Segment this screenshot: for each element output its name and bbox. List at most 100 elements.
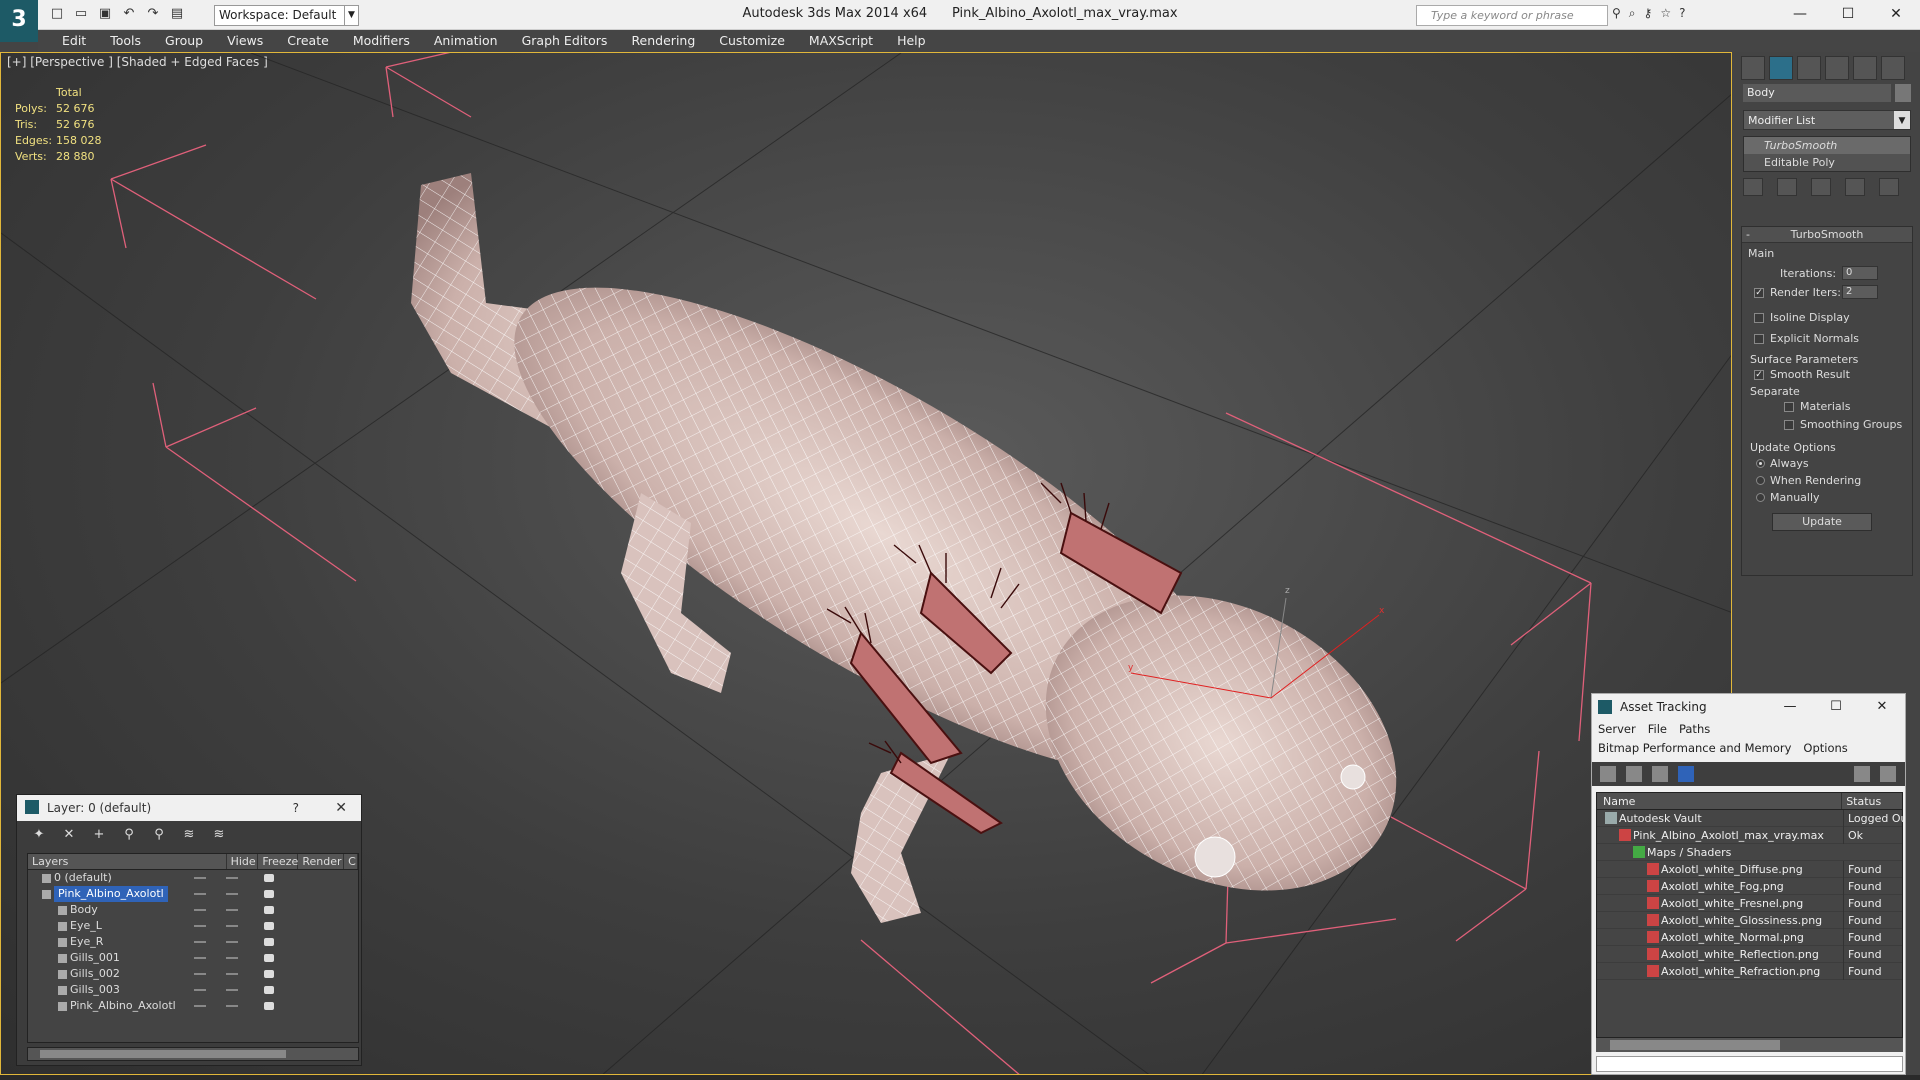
rollout-header[interactable]: - TurboSmooth (1742, 227, 1912, 243)
render-teapot-icon[interactable] (264, 970, 274, 978)
hide-toggle[interactable] (194, 957, 206, 959)
menu-item-help[interactable]: Help (885, 30, 938, 52)
layer-name[interactable]: Pink_Albino_Axolotl (70, 998, 176, 1014)
layer-name[interactable]: Gills_003 (70, 982, 120, 998)
asset-menu-options[interactable]: Options (1803, 741, 1847, 755)
create-layer-icon[interactable]: ✦ (31, 827, 47, 843)
freeze-toggle[interactable] (226, 925, 238, 927)
asset-menu-bitmap-performance-and-memory[interactable]: Bitmap Performance and Memory (1598, 741, 1791, 755)
horizontal-scrollbar[interactable] (27, 1047, 359, 1061)
col-extra[interactable]: C (344, 854, 358, 869)
render-teapot-icon[interactable] (264, 954, 274, 962)
asset-menu-file[interactable]: File (1648, 722, 1667, 736)
materials-checkbox[interactable] (1784, 402, 1794, 412)
col-layers[interactable]: Layers (28, 854, 227, 869)
minimize-icon[interactable]: — (1767, 694, 1813, 720)
close-icon[interactable]: ✕ (1872, 0, 1920, 28)
col-status[interactable]: Status (1842, 793, 1902, 809)
layer-window-titlebar[interactable]: Layer: 0 (default) ? ✕ (17, 795, 361, 821)
delete-layer-icon[interactable]: ✕ (61, 827, 77, 843)
key-icon[interactable]: ⚷ (1644, 6, 1653, 21)
smooth-result-checkbox[interactable]: ✓ (1754, 370, 1764, 380)
hide-toggle[interactable] (194, 973, 206, 975)
asset-row[interactable]: Maps / Shaders (1597, 844, 1902, 861)
explicit-normals-checkbox[interactable] (1754, 334, 1764, 344)
star-icon[interactable]: ☆ (1660, 6, 1671, 21)
help-icon[interactable]: ? (1679, 6, 1685, 21)
asset-row[interactable]: Axolotl_white_Glossiness.png Found (1597, 912, 1902, 929)
menu-item-group[interactable]: Group (153, 30, 215, 52)
motion-tab-icon[interactable] (1825, 56, 1849, 80)
layer-row[interactable]: Eye_L (28, 918, 358, 934)
asset-row[interactable]: Axolotl_white_Fresnel.png Found (1597, 895, 1902, 912)
stack-item-turbosmooth[interactable]: TurboSmooth (1744, 137, 1910, 154)
modifier-list-dropdown[interactable]: Modifier List ▼ (1743, 110, 1911, 130)
menu-item-edit[interactable]: Edit (50, 30, 98, 52)
smoothing-groups-checkbox[interactable] (1784, 420, 1794, 430)
configure-sets-icon[interactable] (1879, 178, 1899, 196)
layer-row[interactable]: 0 (default) (28, 870, 358, 886)
freeze-toggle[interactable] (226, 957, 238, 959)
layer-name[interactable]: Gills_002 (70, 966, 120, 982)
asset-row[interactable]: Axolotl_white_Diffuse.png Found (1597, 861, 1902, 878)
freeze-toggle[interactable] (226, 877, 238, 879)
manually-radio[interactable] (1756, 493, 1765, 502)
freeze-toggle[interactable] (226, 909, 238, 911)
make-unique-icon[interactable] (1811, 178, 1831, 196)
layer-row[interactable]: Pink_Albino_Axolotl (28, 886, 358, 902)
layer-row[interactable]: Gills_001 (28, 950, 358, 966)
select-objects-icon[interactable]: ⚲ (121, 827, 137, 843)
render-teapot-icon[interactable] (264, 986, 274, 994)
layer-row[interactable]: Gills_002 (28, 966, 358, 982)
layer-row[interactable]: Body (28, 902, 358, 918)
asset-menu-server[interactable]: Server (1598, 722, 1636, 736)
menu-item-modifiers[interactable]: Modifiers (341, 30, 422, 52)
layer-name[interactable]: Gills_001 (70, 950, 120, 966)
always-radio[interactable] (1756, 459, 1765, 468)
layer-name[interactable]: Eye_L (70, 918, 102, 934)
asset-row[interactable]: Axolotl_white_Reflection.png Found (1597, 946, 1902, 963)
add-to-layer-icon[interactable]: + (91, 827, 107, 843)
render-teapot-icon[interactable] (264, 1002, 274, 1010)
help-icon[interactable] (1880, 766, 1896, 782)
layer-name[interactable]: Body (70, 902, 98, 918)
render-teapot-icon[interactable] (264, 874, 274, 882)
hide-toggle[interactable] (194, 989, 206, 991)
render-teapot-icon[interactable] (264, 890, 274, 898)
horizontal-scrollbar[interactable] (1596, 1038, 1903, 1052)
search-input[interactable]: Type a keyword or phrase (1416, 5, 1608, 26)
render-iters-spinner[interactable]: 2 (1842, 285, 1878, 299)
asset-menu-paths[interactable]: Paths (1679, 722, 1710, 736)
modify-tab-icon[interactable] (1769, 56, 1793, 80)
asset-row[interactable]: Axolotl_white_Fog.png Found (1597, 878, 1902, 895)
menu-item-customize[interactable]: Customize (707, 30, 797, 52)
freeze-all-icon[interactable]: ≋ (211, 827, 227, 843)
render-teapot-icon[interactable] (264, 906, 274, 914)
chevron-down-icon[interactable]: ▼ (1894, 111, 1910, 129)
utilities-tab-icon[interactable] (1881, 56, 1905, 80)
col-hide[interactable]: Hide (227, 854, 259, 869)
minimize-icon[interactable]: — (1776, 0, 1824, 28)
render-iters-checkbox[interactable]: ✓ (1754, 288, 1764, 298)
binoculars-icon[interactable]: ⚲ (1612, 6, 1621, 21)
list-view-icon[interactable] (1626, 766, 1642, 782)
hide-toggle[interactable] (194, 941, 206, 943)
hide-toggle[interactable] (194, 925, 206, 927)
asset-window-titlebar[interactable]: Asset Tracking — ☐ ✕ (1592, 694, 1905, 720)
close-icon[interactable]: ✕ (1859, 694, 1905, 720)
close-icon[interactable]: ✕ (335, 795, 347, 821)
layer-name[interactable]: Pink_Albino_Axolotl (54, 886, 168, 902)
layer-row[interactable]: Gills_003 (28, 982, 358, 998)
asset-row[interactable]: Axolotl_white_Normal.png Found (1597, 929, 1902, 946)
col-name[interactable]: Name (1597, 793, 1843, 809)
object-name-field[interactable]: Body (1743, 84, 1891, 102)
hide-all-icon[interactable]: ≋ (181, 827, 197, 843)
freeze-toggle[interactable] (226, 893, 238, 895)
menu-item-views[interactable]: Views (215, 30, 275, 52)
layer-row[interactable]: Pink_Albino_Axolotl (28, 998, 358, 1014)
menu-item-tools[interactable]: Tools (98, 30, 153, 52)
freeze-toggle[interactable] (226, 941, 238, 943)
layer-name[interactable]: 0 (default) (54, 870, 112, 886)
app-logo[interactable]: 3 (0, 0, 38, 42)
pin-stack-icon[interactable] (1743, 178, 1763, 196)
